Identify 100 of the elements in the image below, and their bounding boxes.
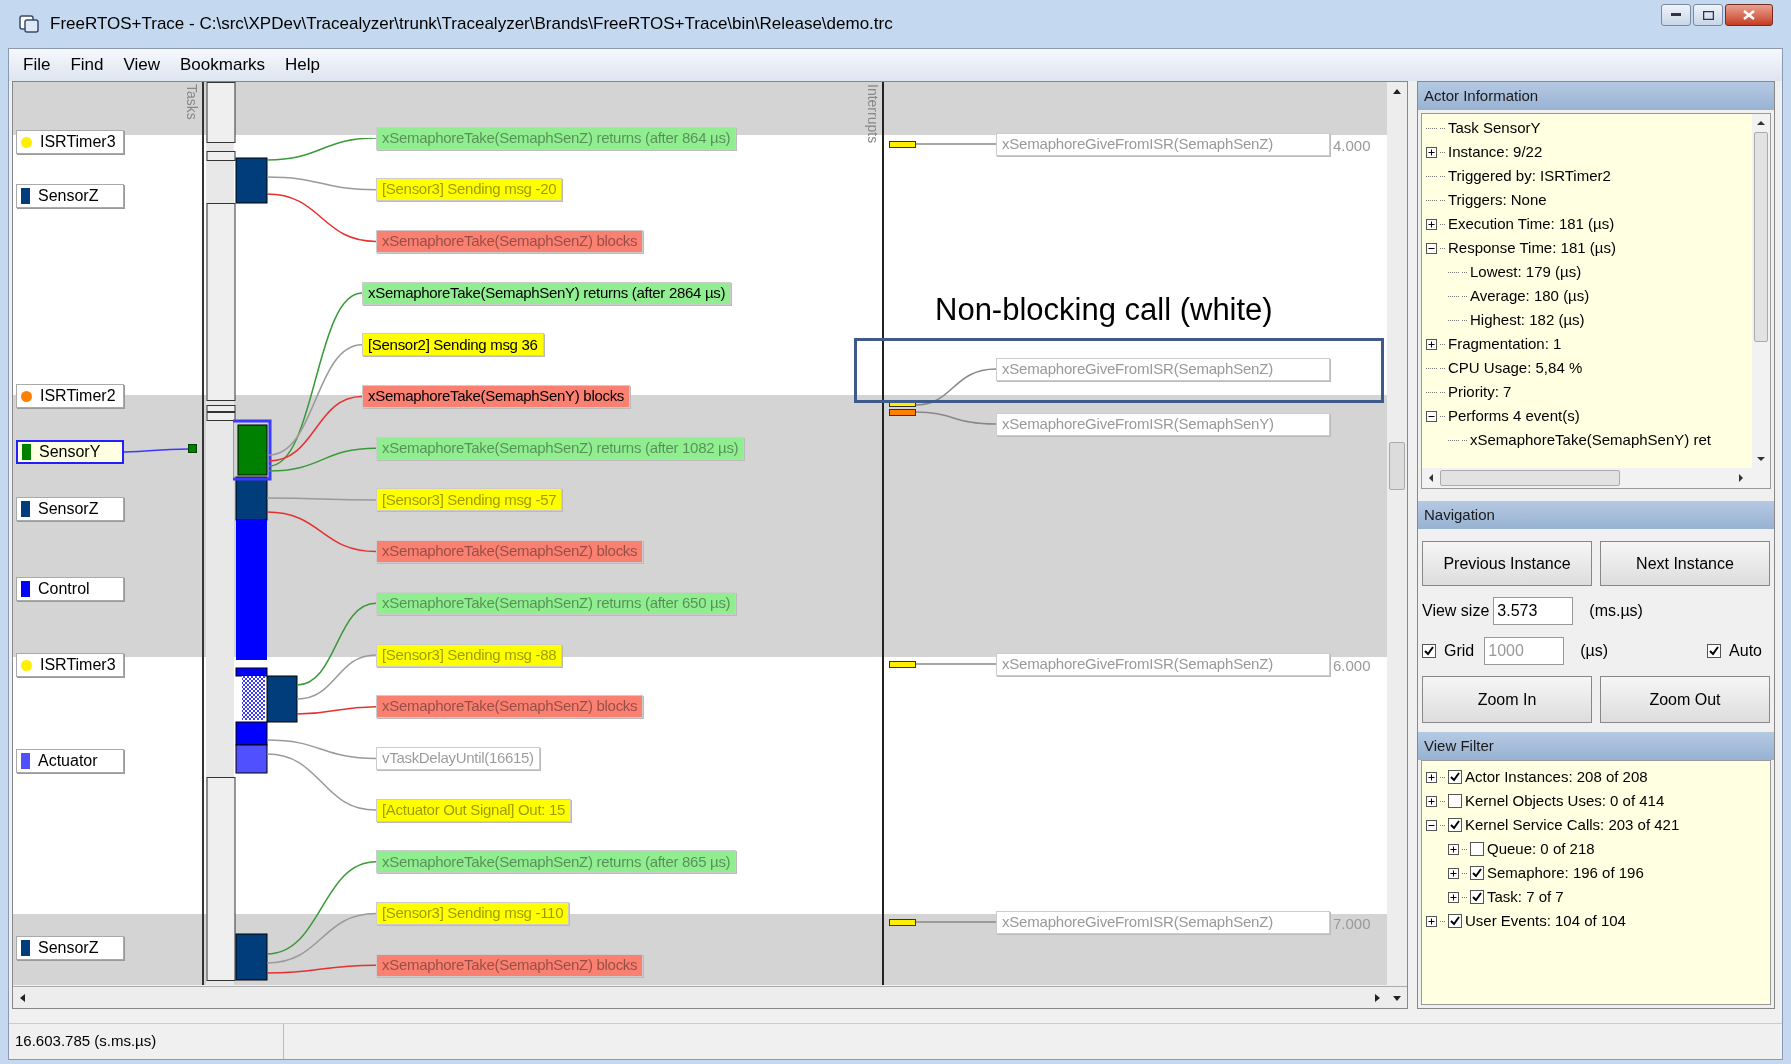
zoom-button[interactable]: Zoom In bbox=[1422, 676, 1592, 723]
window-title: FreeRTOS+Trace - C:\src\XPDev\Tracealyzer\trunk\Tracealyzer\Brands\FreeRTOS+Trace\bin\Release\demo.trc bbox=[50, 13, 893, 36]
checkbox-label: Auto bbox=[1729, 641, 1762, 661]
checkbox[interactable] bbox=[1448, 770, 1462, 784]
scroll-thumb[interactable] bbox=[1440, 470, 1620, 486]
expand-icon[interactable] bbox=[1448, 843, 1459, 855]
menu-item[interactable]: Find bbox=[62, 52, 112, 78]
maximize-button[interactable] bbox=[1693, 4, 1723, 26]
menu-item[interactable]: File bbox=[15, 52, 59, 78]
panel-header: Actor Information bbox=[1418, 82, 1774, 110]
expand-icon[interactable] bbox=[1426, 915, 1437, 927]
vertical-scrollbar[interactable] bbox=[1752, 114, 1770, 468]
horizontal-scrollbar[interactable] bbox=[1422, 468, 1770, 488]
zoom-button[interactable]: Zoom Out bbox=[1600, 676, 1770, 723]
checkmark-icon bbox=[1472, 868, 1482, 878]
scroll-thumb[interactable] bbox=[1389, 442, 1405, 490]
expand-icon[interactable] bbox=[1448, 867, 1459, 879]
actor-label[interactable]: ISRTimer2 bbox=[16, 384, 124, 408]
expand-icon[interactable] bbox=[1448, 891, 1459, 903]
view-size-field[interactable]: 3.573 bbox=[1493, 597, 1574, 625]
checkmark-icon bbox=[1709, 646, 1720, 656]
checkbox[interactable] bbox=[1448, 914, 1462, 928]
checkmark-icon bbox=[1450, 772, 1460, 782]
expand-icon[interactable] bbox=[1426, 218, 1437, 230]
menu-item[interactable]: Bookmarks bbox=[172, 52, 274, 78]
tree-item[interactable]: Triggers: None bbox=[1448, 188, 1547, 212]
tree-item[interactable]: Instance: 9/22 bbox=[1448, 140, 1543, 164]
tree-item[interactable]: xSemaphoreTake(SemaphSenY) ret bbox=[1470, 428, 1711, 452]
tree-item[interactable]: Average: 180 (µs) bbox=[1470, 284, 1590, 308]
collapse-icon[interactable] bbox=[1426, 242, 1437, 254]
expand-icon[interactable] bbox=[1426, 771, 1437, 783]
checkbox[interactable] bbox=[1470, 890, 1484, 904]
minimize-button[interactable] bbox=[1661, 4, 1691, 26]
nav-button[interactable]: Next Instance bbox=[1600, 541, 1770, 586]
checkmark-icon bbox=[1450, 916, 1460, 926]
panel-header: Navigation bbox=[1418, 501, 1774, 529]
expand-icon[interactable] bbox=[1426, 338, 1437, 350]
checkbox[interactable] bbox=[1448, 818, 1462, 832]
status-text: 16.603.785 (s.ms.µs) bbox=[9, 1024, 284, 1059]
actor-label[interactable]: ISRTimer3 bbox=[16, 653, 124, 677]
tree-item[interactable]: Triggered by: ISRTimer2 bbox=[1448, 164, 1611, 188]
menu-item[interactable]: Help bbox=[277, 52, 329, 78]
tasks-label: Tasks bbox=[183, 84, 201, 120]
tree-item[interactable]: Kernel Objects Uses: 0 of 414 bbox=[1465, 789, 1665, 813]
actor-label[interactable]: SensorZ bbox=[16, 936, 124, 960]
tree-item[interactable]: Fragmentation: 1 bbox=[1448, 332, 1562, 356]
unit-label: (µs) bbox=[1580, 641, 1609, 661]
tree-item[interactable]: Lowest: 179 (µs) bbox=[1470, 260, 1582, 284]
menu-item[interactable]: View bbox=[115, 52, 169, 78]
annotation-text: Non-blocking call (white) bbox=[935, 291, 1273, 329]
checkbox[interactable] bbox=[1470, 842, 1484, 856]
expand-icon[interactable] bbox=[1426, 795, 1437, 807]
tree-item[interactable]: Queue: 0 of 218 bbox=[1487, 837, 1595, 861]
tree-item[interactable]: Kernel Service Calls: 203 of 421 bbox=[1465, 813, 1680, 837]
checkbox[interactable] bbox=[1470, 866, 1484, 880]
app-icon bbox=[18, 13, 40, 35]
tree-item[interactable]: Task SensorY bbox=[1448, 116, 1541, 140]
actor-label[interactable]: SensorZ bbox=[16, 184, 124, 208]
tree-item[interactable]: CPU Usage: 5,84 % bbox=[1448, 356, 1583, 380]
actor-label[interactable]: ISRTimer3 bbox=[16, 130, 124, 154]
event-label[interactable]: [Sensor2] Sending msg 36 bbox=[362, 333, 544, 357]
collapse-icon[interactable] bbox=[1426, 410, 1437, 422]
actor-label[interactable]: Control bbox=[16, 577, 124, 601]
actor-name: SensorZ bbox=[38, 938, 99, 958]
unit-label: (ms.µs) bbox=[1589, 601, 1643, 621]
tree-item[interactable]: Task: 7 of 7 bbox=[1487, 885, 1564, 909]
close-icon bbox=[1743, 10, 1755, 20]
maximize-icon bbox=[1702, 10, 1714, 20]
collapse-icon[interactable] bbox=[1426, 819, 1437, 831]
tree-item[interactable]: Execution Time: 181 (µs) bbox=[1448, 212, 1615, 236]
checkbox[interactable] bbox=[1448, 794, 1462, 808]
minimize-icon bbox=[1671, 13, 1681, 17]
tree-item[interactable]: Performs 4 event(s) bbox=[1448, 404, 1580, 428]
tree-item[interactable]: Semaphore: 196 of 196 bbox=[1487, 861, 1644, 885]
tree-item[interactable]: Actor Instances: 208 of 208 bbox=[1465, 765, 1648, 789]
actor-name: ISRTimer2 bbox=[40, 386, 116, 406]
actor-name: SensorZ bbox=[38, 499, 99, 519]
actor-label[interactable]: SensorY bbox=[16, 440, 124, 464]
close-button[interactable] bbox=[1725, 4, 1773, 26]
tree-item[interactable]: User Events: 104 of 104 bbox=[1465, 909, 1626, 933]
nav-button[interactable]: Previous Instance bbox=[1422, 541, 1592, 586]
tree-item[interactable]: Priority: 7 bbox=[1448, 380, 1512, 404]
event-label[interactable]: xSemaphoreTake(SemaphSenY) blocks bbox=[362, 385, 631, 408]
expand-icon[interactable] bbox=[1426, 146, 1437, 158]
checkbox-label: Grid bbox=[1444, 641, 1475, 661]
tree-item[interactable]: Response Time: 181 (µs) bbox=[1448, 236, 1616, 260]
actor-name: Control bbox=[38, 579, 90, 599]
time-label: 4.000 bbox=[1333, 136, 1371, 156]
actor-label[interactable]: Actuator bbox=[16, 749, 124, 773]
event-label[interactable]: xSemaphoreTake(SemaphSenY) returns (after 2864 µs) bbox=[362, 281, 732, 305]
scroll-thumb[interactable] bbox=[1754, 132, 1768, 342]
connector-line bbox=[123, 448, 190, 453]
actor-name: ISRTimer3 bbox=[40, 655, 116, 675]
tree-item[interactable]: Highest: 182 (µs) bbox=[1470, 308, 1585, 332]
actor-label[interactable]: SensorZ bbox=[16, 497, 124, 521]
checkmark-icon bbox=[1472, 892, 1482, 902]
time-label: 7.000 bbox=[1333, 914, 1371, 934]
checkmark-icon bbox=[1450, 820, 1460, 830]
actor-name: Actuator bbox=[38, 751, 98, 771]
checkbox[interactable] bbox=[1707, 644, 1722, 658]
